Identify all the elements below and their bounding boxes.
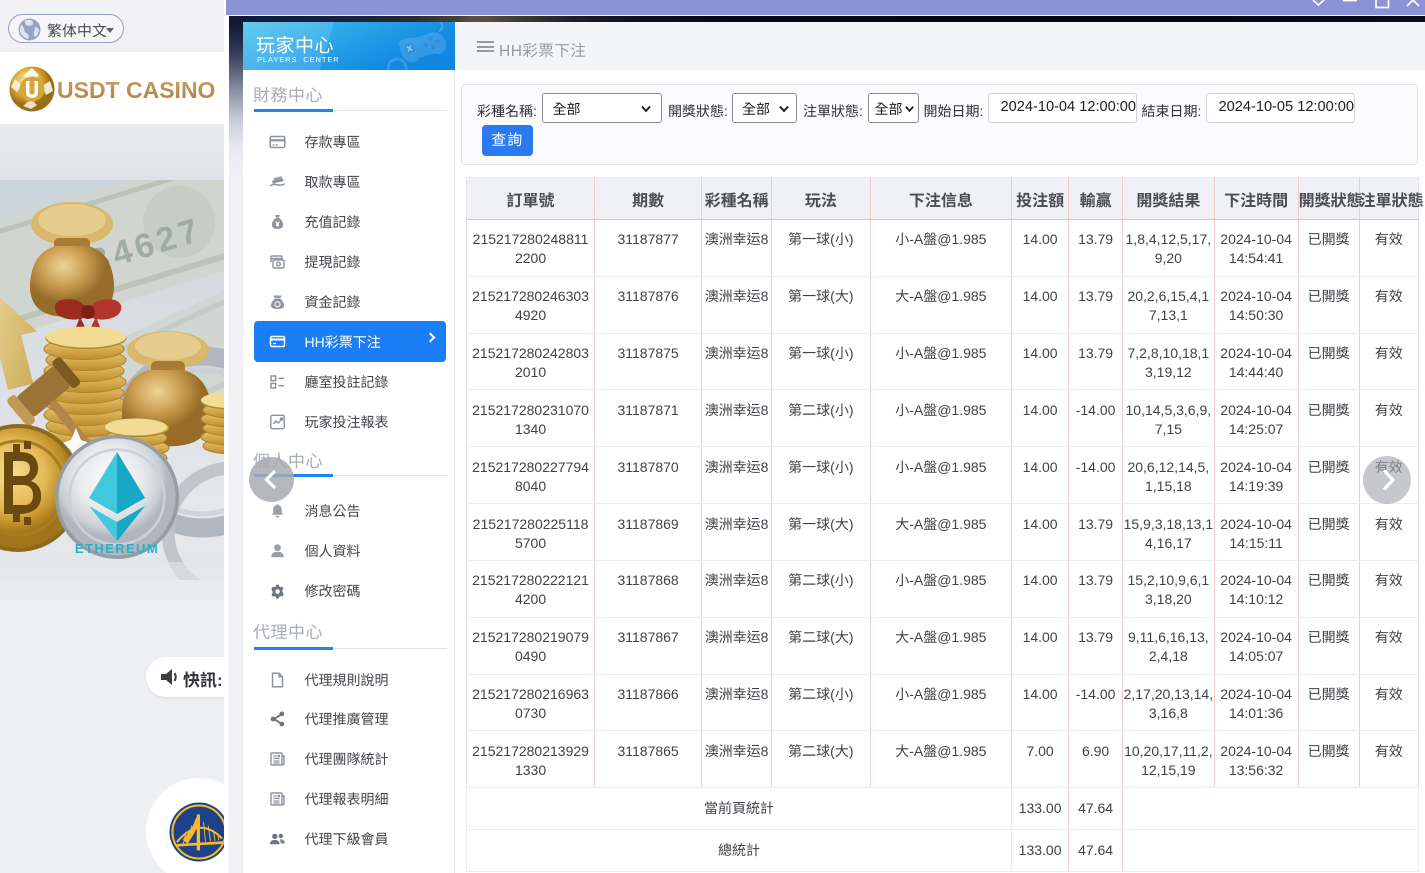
svg-text:ETHEREUM: ETHEREUM: [75, 541, 159, 556]
